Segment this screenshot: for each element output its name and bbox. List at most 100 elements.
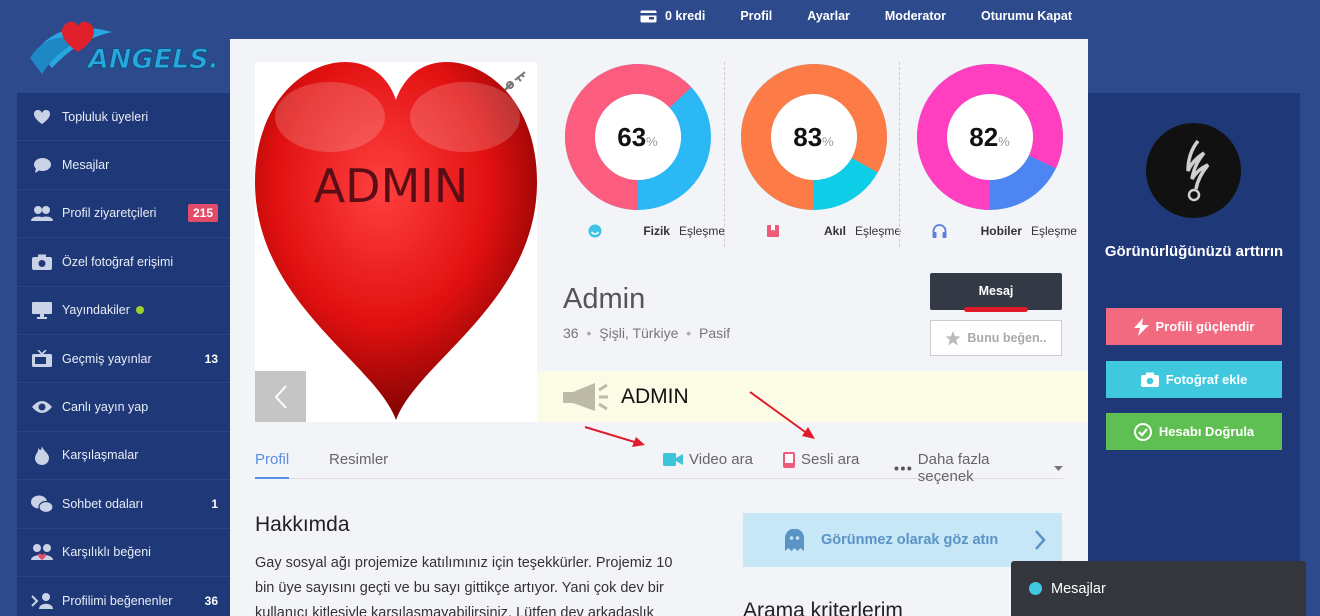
photo-prev-button[interactable] — [255, 371, 306, 422]
logout-link[interactable]: Oturumu Kapat — [981, 9, 1072, 23]
camera-icon — [31, 252, 53, 272]
match-mind-value: 83% — [793, 122, 834, 152]
smile-icon — [588, 224, 602, 238]
profile-tabs: Profil Resimler Video ara Sesli ara Daha… — [255, 441, 1063, 485]
profile-link[interactable]: Profil — [740, 9, 772, 23]
sidebar-item-past-streams[interactable]: Geçmiş yayınlar 13 — [17, 335, 230, 384]
eye-icon — [31, 397, 53, 417]
flame-icon — [31, 445, 53, 465]
star-icon — [945, 330, 961, 345]
sidebar-item-live-now[interactable]: Yayındakiler — [17, 287, 230, 335]
sidebar-item-private-photos[interactable]: Özel fotoğraf erişimi — [17, 238, 230, 287]
boost-profile-button[interactable]: Profili güçlendir — [1106, 308, 1282, 345]
profile-details: 36 • Şişli, Türkiye • Pasif — [563, 325, 731, 341]
about-heading: Hakkımda — [255, 513, 350, 536]
more-options-label: Daha fazla seçenek — [917, 451, 990, 485]
chat-bubble-icon — [31, 155, 53, 175]
credits-link[interactable]: 0 kredi — [640, 9, 705, 23]
message-underline — [964, 307, 1028, 312]
boost-profile-label: Profili güçlendir — [1155, 319, 1255, 334]
match-physical-value: 63% — [617, 122, 658, 152]
tab-profile[interactable]: Profil — [255, 451, 290, 479]
sidebar-item-messages[interactable]: Mesajlar — [17, 141, 230, 190]
chat-rooms-count: 1 — [211, 496, 218, 511]
online-status-dot — [1029, 582, 1042, 595]
profile-photo[interactable]: ADMIN — [255, 62, 537, 422]
divider — [724, 62, 725, 247]
video-call-label: Video ara — [689, 451, 753, 468]
site-logo[interactable]: ANGELS. — [22, 10, 232, 82]
message-button[interactable]: Mesaj — [930, 273, 1062, 312]
camera-icon — [1140, 372, 1159, 387]
message-button-label: Mesaj — [978, 284, 1014, 298]
sidebar-item-label: Topluluk üyeleri — [62, 109, 149, 124]
sidebar-item-go-live[interactable]: Canlı yayın yap — [17, 383, 230, 432]
check-circle-icon — [1133, 422, 1152, 441]
sidebar-item-label: Yayındakiler — [62, 303, 130, 318]
heart-icon — [31, 107, 53, 127]
edit-photo-icon[interactable] — [503, 70, 527, 92]
top-nav: 0 kredi Profil Ayarlar Moderator Oturumu… — [640, 0, 1072, 32]
sidebar-item-my-likers[interactable]: Profilimi beğenenler 36 — [17, 577, 230, 616]
moderator-link[interactable]: Moderator — [885, 9, 946, 23]
users-icon — [31, 203, 53, 223]
chevron-right-icon — [1035, 530, 1046, 550]
match-physical: 63% Fizik Eşleşme — [550, 62, 725, 252]
voice-call-label: Sesli ara — [801, 451, 860, 468]
like-button[interactable]: Bunu beğen.. — [930, 320, 1062, 356]
sidebar-item-visitors[interactable]: Profil ziyaretçileri 215 — [17, 190, 230, 239]
sidebar-item-mutual-likes[interactable]: Karşılıklı beğeni — [17, 529, 230, 577]
sidebar-item-label: Canlı yayın yap — [62, 400, 149, 415]
video-call-button[interactable]: Video ara — [663, 451, 753, 468]
voice-call-button[interactable]: Sesli ara — [783, 451, 859, 468]
right-panel: Görünürlüğünüzü arttırın Profili güçlend… — [1088, 93, 1300, 616]
left-sidebar: Topluluk üyeleri Mesajlar Profil ziyaret… — [17, 93, 230, 616]
profile-status: Pasif — [699, 325, 731, 341]
add-photo-label: Fotoğraf ekle — [1165, 372, 1248, 387]
profile-age: 36 — [563, 325, 579, 341]
video-camera-icon — [663, 453, 683, 466]
sidebar-item-label: Mesajlar — [62, 158, 110, 173]
more-options-dropdown[interactable]: Daha fazla seçenek — [894, 451, 1063, 485]
banner-text: ADMIN — [621, 384, 689, 408]
tv-icon — [31, 349, 53, 369]
match-hobbies-label: Hobiler Eşleşme — [902, 224, 1077, 238]
headphones-icon — [932, 224, 947, 238]
like-button-label: Bunu beğen.. — [967, 331, 1047, 345]
match-mind-label: Akıl Eşleşme — [726, 224, 901, 238]
verify-account-button[interactable]: Hesabı Doğrula — [1106, 413, 1282, 450]
sidebar-item-chat-rooms[interactable]: Sohbet odaları 1 — [17, 480, 230, 529]
divider — [899, 62, 900, 247]
messages-chat-bar[interactable]: Mesajlar — [1011, 561, 1306, 616]
credits-label: 0 kredi — [665, 9, 706, 23]
likers-icon — [31, 591, 53, 611]
photo-caption: ADMIN — [314, 159, 469, 213]
match-hobbies: 82% Hobiler Eşleşme — [902, 62, 1077, 252]
profile-main: ADMIN 63% Fizik Eşleşme 83% Akıl Eşleşme 8… — [230, 39, 1088, 616]
browse-invisibly-button[interactable]: Görünmez olarak göz atın — [743, 513, 1062, 567]
profile-location: Şişli, Türkiye — [599, 325, 679, 341]
wallet-icon — [640, 10, 657, 22]
profile-name: Admin — [563, 283, 646, 315]
avatar[interactable] — [1146, 123, 1241, 218]
match-hobbies-value: 82% — [969, 122, 1010, 152]
sidebar-item-label: Özel fotoğraf erişimi — [62, 254, 174, 269]
verify-account-label: Hesabı Doğrula — [1158, 424, 1255, 439]
megaphone-icon — [563, 382, 608, 411]
settings-link[interactable]: Ayarlar — [807, 9, 850, 23]
book-icon — [766, 225, 779, 237]
logo-text: ANGELS. — [86, 44, 219, 75]
tab-pictures[interactable]: Resimler — [329, 451, 388, 468]
chat-rooms-icon — [31, 494, 53, 514]
sidebar-item-community[interactable]: Topluluk üyeleri — [17, 93, 230, 142]
about-text: Gay sosyal ağı projemize katılımınız içi… — [255, 555, 673, 616]
add-photo-button[interactable]: Fotoğraf ekle — [1106, 361, 1282, 398]
ghost-icon — [785, 529, 804, 551]
chat-bar-label: Mesajlar — [1051, 580, 1106, 597]
phone-icon — [783, 451, 795, 468]
announcement-banner: ADMIN — [537, 371, 1088, 422]
past-streams-count: 13 — [204, 351, 218, 366]
sidebar-item-encounters[interactable]: Karşılaşmalar — [17, 432, 230, 481]
sidebar-item-label: Karşılaşmalar — [62, 448, 139, 463]
match-physical-label: Fizik Eşleşme — [550, 224, 725, 238]
